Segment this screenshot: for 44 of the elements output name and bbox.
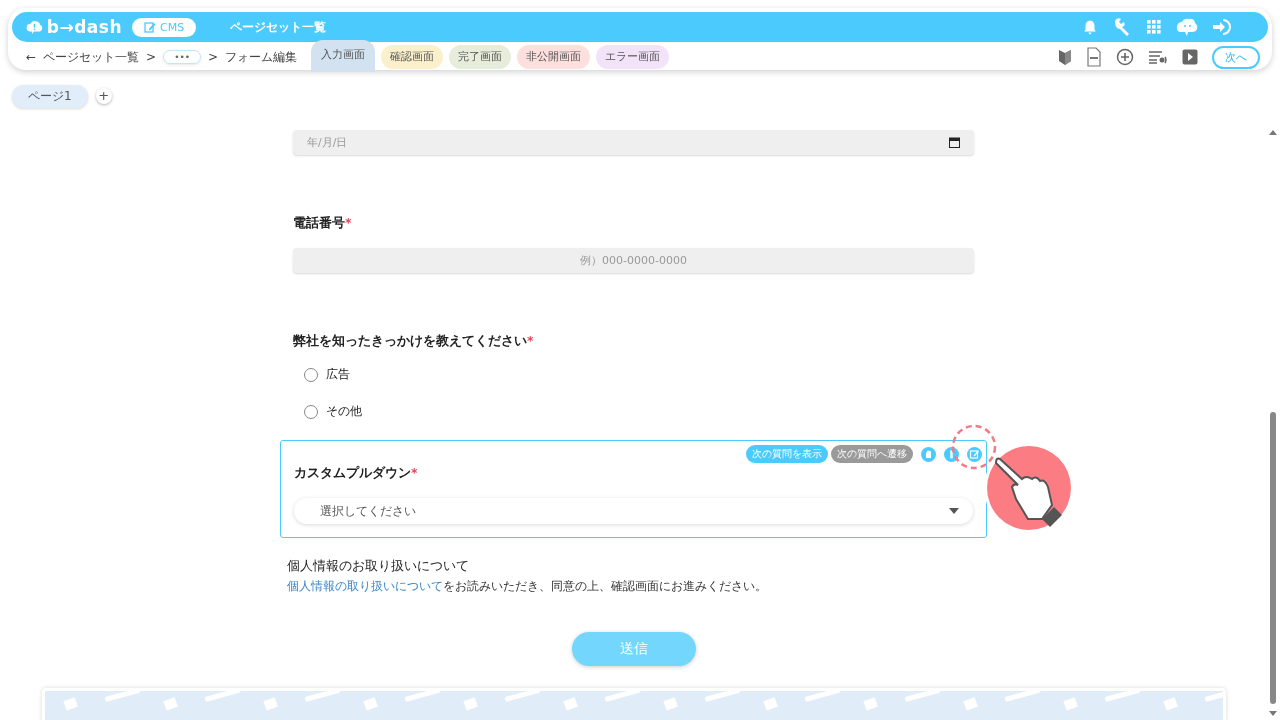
grid-icon[interactable] xyxy=(1146,19,1162,35)
required-mark: * xyxy=(411,465,418,480)
option-label: その他 xyxy=(326,403,362,420)
add-page-button[interactable]: + xyxy=(95,88,112,104)
required-mark: * xyxy=(345,215,352,230)
breadcrumb-separator: > xyxy=(146,50,157,64)
dashed-circle-highlight xyxy=(950,423,998,471)
consent-text: 個人情報の取り扱いについてをお読みいただき、同意の上、確認画面にお進みください。 xyxy=(287,579,768,594)
question-label: 弊社を知ったきっかけを教えてください xyxy=(293,333,527,348)
beginner-mark-icon[interactable] xyxy=(1058,48,1072,66)
cloud-icon[interactable] xyxy=(1176,17,1198,37)
option-label: 広告 xyxy=(326,366,350,383)
bell-icon[interactable] xyxy=(1082,19,1098,35)
calendar-icon[interactable] xyxy=(949,137,960,148)
back-arrow[interactable]: ← xyxy=(26,50,37,64)
edit-icon xyxy=(144,21,156,33)
play-icon[interactable] xyxy=(1182,49,1198,65)
logout-icon[interactable] xyxy=(1212,18,1234,36)
dropdown-field[interactable]: 選択してください xyxy=(294,498,973,524)
breadcrumb-current: フォーム編集 xyxy=(225,48,298,66)
wrench-icon[interactable] xyxy=(1112,17,1132,37)
page-title: ページセット一覧 xyxy=(230,18,328,36)
question-label: カスタムプルダウン xyxy=(294,465,411,480)
page-tab[interactable]: ページ1 xyxy=(12,84,88,108)
screen-tab[interactable]: 確認画面 xyxy=(381,45,443,69)
screen-tab[interactable]: 入力画面 xyxy=(311,40,375,72)
screen-tab[interactable]: 完了画面 xyxy=(449,45,511,69)
add-circle-icon[interactable] xyxy=(1116,48,1134,66)
question-card[interactable]: 次の質問を表示 次の質問へ遷移 カスタムプルダウン* 選択してください xyxy=(280,440,987,538)
question-label: 電話番号 xyxy=(293,215,345,230)
section-heading: 個人情報のお取り扱いについて xyxy=(287,558,470,575)
list-icon[interactable] xyxy=(1148,49,1168,65)
logo-text: b→dash xyxy=(46,17,122,37)
caret-icon xyxy=(949,508,959,514)
html-file-icon[interactable] xyxy=(1086,47,1102,67)
info-icon[interactable] xyxy=(944,446,959,462)
scrollbar[interactable] xyxy=(1268,128,1278,718)
required-mark: * xyxy=(527,333,534,348)
breadcrumb-link[interactable]: ページセット一覧 xyxy=(43,48,140,66)
privacy-link[interactable]: 個人情報の取り扱いについて xyxy=(287,579,443,593)
breadcrumb-separator: > xyxy=(208,50,219,64)
screen-tab[interactable]: エラー画面 xyxy=(596,45,669,69)
edit-icon[interactable] xyxy=(967,446,982,462)
screen-tab[interactable]: 非公開画面 xyxy=(517,45,590,69)
